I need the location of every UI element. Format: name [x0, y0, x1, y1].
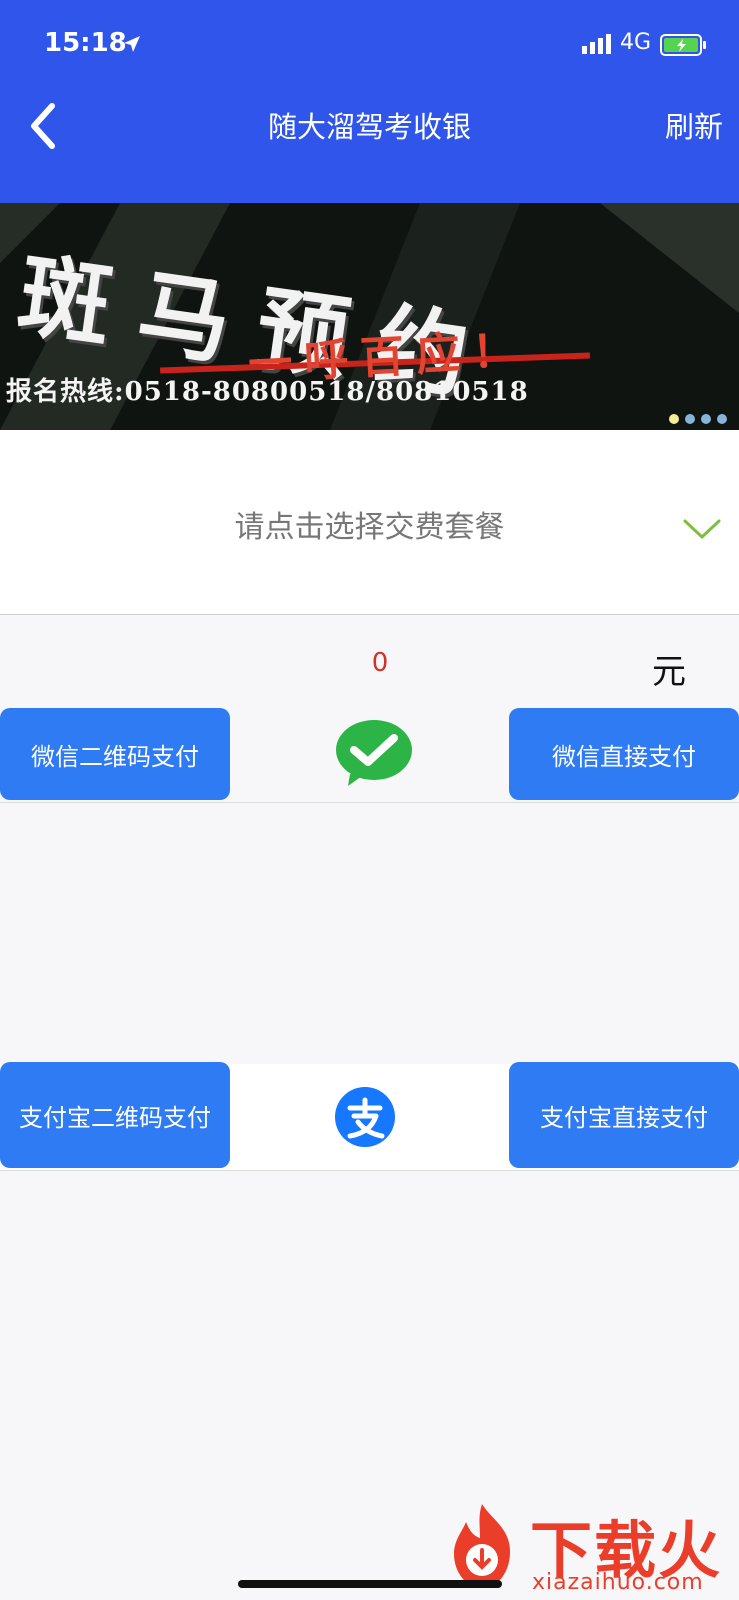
app-screen: 15:18 4G 随大溜驾考收银 刷新 斑马预约 一呼百应！ 报名热线:0518… — [0, 0, 739, 1600]
carousel-dot[interactable] — [717, 414, 727, 424]
wechat-qr-pay-button[interactable]: 微信二维码支付 — [0, 708, 230, 800]
chevron-down-icon — [683, 519, 721, 539]
network-label: 4G — [620, 30, 652, 55]
signal-icon — [582, 34, 611, 54]
header-bar: 15:18 4G 随大溜驾考收银 刷新 — [0, 0, 739, 203]
package-selector[interactable]: 请点击选择交费套餐 — [0, 430, 739, 615]
amount-value: 0 — [371, 648, 389, 678]
flame-logo-icon — [454, 1504, 510, 1588]
package-selector-placeholder: 请点击选择交费套餐 — [234, 510, 505, 545]
home-indicator — [238, 1580, 502, 1588]
wechat-pay-row: 微信二维码支付 微信直接支付 — [0, 690, 739, 803]
carousel-dot[interactable] — [669, 414, 679, 424]
page-title: 随大溜驾考收银 — [267, 110, 471, 144]
banner-hotline: 报名热线:0518-80800518/80810518 — [6, 377, 529, 407]
promo-banner[interactable]: 斑马预约 一呼百应！ 报名热线:0518-80800518/80810518 — [0, 203, 739, 430]
alipay-direct-pay-button[interactable]: 支付宝直接支付 — [509, 1062, 739, 1168]
alipay-icon — [335, 1087, 395, 1147]
carousel-indicator[interactable] — [663, 409, 727, 428]
alipay-row: 支付宝二维码支付 支付宝直接支付 — [0, 1062, 739, 1171]
location-arrow-icon — [124, 36, 140, 52]
wechat-pay-icon — [336, 720, 412, 786]
status-time: 15:18 — [44, 28, 127, 58]
amount-unit: 元 — [652, 652, 686, 692]
refresh-button[interactable]: 刷新 — [665, 104, 723, 146]
carousel-dot[interactable] — [701, 414, 711, 424]
carousel-dot[interactable] — [685, 414, 695, 424]
amount-row: 0 元 — [0, 640, 739, 692]
alipay-qr-pay-button[interactable]: 支付宝二维码支付 — [0, 1062, 230, 1168]
wechat-direct-pay-button[interactable]: 微信直接支付 — [509, 708, 739, 800]
battery-icon — [660, 34, 706, 56]
watermark-url: xiazaihuo.com — [532, 1570, 704, 1595]
